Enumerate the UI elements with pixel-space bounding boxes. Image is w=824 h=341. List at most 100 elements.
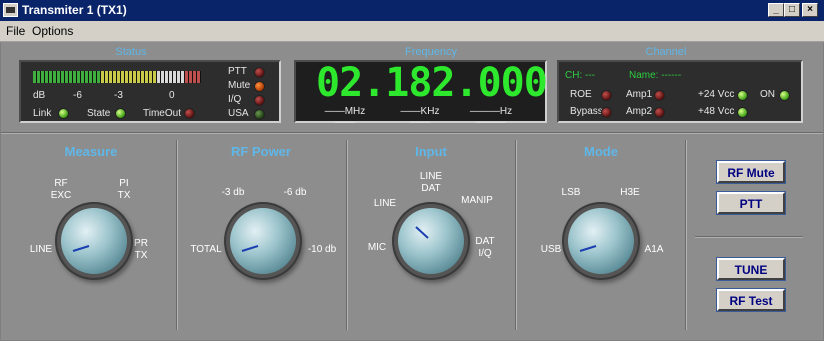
tune-button[interactable]: TUNE [717, 258, 785, 280]
meter-segment [49, 71, 52, 83]
minimize-button[interactable]: _ [768, 3, 784, 17]
menu-bar: File Options [0, 21, 824, 42]
meter-segment [33, 71, 36, 83]
measure-label-line: LINE [29, 244, 53, 255]
meter-segment [157, 71, 160, 83]
divider-4 [685, 140, 687, 330]
meter-segment [73, 71, 76, 83]
meter-segment [185, 71, 188, 83]
meter-segment [153, 71, 156, 83]
rfpower-label-total: TOTAL [190, 244, 222, 255]
meter-segment [53, 71, 56, 83]
channel-display: CH: --- Name: ------ ROE Bypass Amp1 Amp… [557, 60, 803, 123]
meter-segment [105, 71, 108, 83]
meter-segment [57, 71, 60, 83]
app-icon[interactable] [3, 3, 18, 17]
bypass-label: Bypass [570, 106, 603, 117]
mode-label-usb: USB [540, 244, 562, 255]
measure-label-pr: PR TX [134, 238, 148, 261]
close-button[interactable]: × [802, 3, 818, 17]
state-label: State [87, 108, 111, 119]
meter-segment [193, 71, 196, 83]
divider-3 [515, 140, 517, 330]
measure-label-rf: RF EXC [50, 178, 72, 201]
amp2-label: Amp2 [626, 106, 653, 117]
rfpower-label-10db: -10 db [307, 244, 337, 255]
rf-test-button[interactable]: RF Test [717, 289, 785, 311]
ptt-button[interactable]: PTT [717, 192, 785, 214]
indicator-label-iq: I/Q [228, 94, 242, 105]
title-bar[interactable]: Transmiter 1 (TX1) _ □ × [0, 0, 824, 21]
mode-knob[interactable] [568, 208, 634, 274]
maximize-button[interactable]: □ [784, 3, 800, 17]
frequency-readout: 02.182.000 [316, 60, 548, 106]
iq-led [254, 95, 265, 106]
mode-label-a1a: A1A [644, 244, 664, 255]
input-knob[interactable] [398, 208, 464, 274]
amp1-led [654, 90, 665, 101]
meter-segment [173, 71, 176, 83]
frequency-display: 02.182.000 ——MHz—— ——KHz—— ———Hz——— [294, 60, 548, 128]
meter-segment [125, 71, 128, 83]
link-led [58, 108, 69, 119]
meter-segment [109, 71, 112, 83]
meter-segment [133, 71, 136, 83]
menu-file[interactable]: File [6, 24, 25, 38]
meter-segment [145, 71, 148, 83]
roe-led [601, 90, 612, 101]
mute-led [254, 81, 265, 92]
status-title: Status [115, 46, 147, 58]
divider-2 [346, 140, 348, 330]
meter-segment [137, 71, 140, 83]
link-label: Link [33, 108, 52, 119]
input-label-mic: MIC [367, 242, 387, 253]
amp2-led [654, 107, 665, 118]
on-led [779, 90, 790, 101]
meter-segment [141, 71, 144, 83]
rfpower-label-3db: -3 db [221, 187, 245, 198]
main-panel: Status Frequency Channel dB -6 -3 0 PTT … [1, 42, 823, 340]
meter-segment [121, 71, 124, 83]
meter-segment [45, 71, 48, 83]
meter-segment [177, 71, 180, 83]
timeout-led [184, 108, 195, 119]
rf-power-knob[interactable] [230, 208, 296, 274]
meter-segment [197, 71, 200, 83]
meter-segment [161, 71, 164, 83]
input-label-manip: MANIP [461, 195, 493, 206]
state-led [115, 108, 126, 119]
input-label-line-dat: LINE DAT [419, 171, 443, 194]
meter-segment [97, 71, 100, 83]
meter-segment [181, 71, 184, 83]
bypass-led [601, 107, 612, 118]
meter-segment [129, 71, 132, 83]
indicator-label-ptt: PTT [228, 66, 247, 77]
meter-segment [189, 71, 192, 83]
channel-title: Channel [645, 46, 687, 58]
meter-segment [101, 71, 104, 83]
meter-segment [65, 71, 68, 83]
vcc48-led [737, 107, 748, 118]
vcc24-label: +24 Vcc [698, 89, 735, 100]
mode-title: Mode [584, 144, 618, 159]
status-display: dB -6 -3 0 PTT Mute I/Q USA Link State T… [19, 60, 281, 123]
input-title: Input [415, 144, 447, 159]
unit-hz: ———Hz——— [469, 106, 513, 128]
divider-1 [176, 140, 178, 330]
usa-led [254, 109, 265, 120]
meter-segment [41, 71, 44, 83]
mode-label-h3e: H3E [620, 187, 640, 198]
meter-segment [169, 71, 172, 83]
vcc24-led [737, 90, 748, 101]
rf-mute-button[interactable]: RF Mute [717, 161, 785, 183]
menu-options[interactable]: Options [32, 24, 73, 38]
measure-knob[interactable] [61, 208, 127, 274]
meter-segment [37, 71, 40, 83]
amp1-label: Amp1 [626, 89, 653, 100]
on-label: ON [760, 89, 775, 100]
frequency-title: Frequency [405, 46, 457, 58]
channel-name: Name: ------ [629, 70, 682, 81]
meter-segment [113, 71, 116, 83]
indicator-label-usa: USA [228, 108, 249, 119]
unit-mhz: ——MHz—— [324, 106, 366, 128]
